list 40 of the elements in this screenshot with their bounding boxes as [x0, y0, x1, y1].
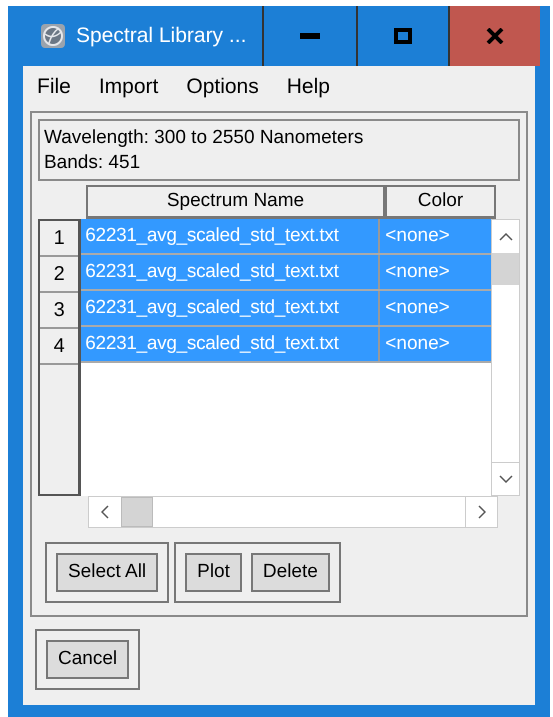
table-cell: 62231_avg_scaled_std_text.txt — [81, 255, 380, 289]
minimize-icon — [300, 33, 320, 39]
menu-item[interactable]: Import — [98, 71, 158, 103]
scroll-thumb[interactable] — [492, 253, 519, 285]
chevron-up-icon — [498, 232, 513, 240]
maximize-icon — [394, 28, 412, 44]
chevron-down-icon — [498, 475, 513, 483]
row-number[interactable]: 2 — [40, 257, 78, 293]
app-icon — [40, 23, 66, 49]
close-icon — [486, 28, 504, 44]
menu-item[interactable]: Help — [286, 71, 330, 103]
action-button[interactable]: Plot — [185, 553, 242, 592]
horizontal-scrollbar[interactable] — [88, 496, 498, 528]
scroll-thumb[interactable] — [121, 497, 153, 527]
action-button[interactable]: Select All — [56, 553, 158, 592]
info-text: Wavelength: 300 to 2550 Nanometers — [44, 126, 364, 150]
row-number[interactable]: 1 — [40, 221, 78, 257]
table-cell-text: <none> — [384, 332, 451, 356]
info-text: Bands: 451 — [44, 151, 142, 175]
column-header[interactable]: Color — [385, 185, 496, 219]
row-number[interactable]: 3 — [40, 293, 78, 329]
table-cell-text: <none> — [384, 296, 451, 320]
chevron-left-icon — [101, 505, 109, 519]
column-header[interactable]: Spectrum Name — [86, 185, 385, 219]
table-cell-text: <none> — [384, 260, 451, 284]
close-button[interactable] — [448, 6, 540, 66]
menu-item[interactable]: Options — [186, 71, 259, 103]
scroll-down-button[interactable] — [492, 462, 519, 495]
table-cell: 62231_avg_scaled_std_text.txt — [81, 291, 380, 325]
menu-item[interactable]: File — [37, 71, 71, 103]
chevron-right-icon — [478, 505, 486, 519]
table-cell: 62231_avg_scaled_std_text.txt — [81, 219, 380, 253]
action-button[interactable]: Delete — [250, 553, 330, 592]
table-cell-text: <none> — [384, 224, 451, 248]
table-cell: 62231_avg_scaled_std_text.txt — [81, 327, 380, 361]
scroll-up-button[interactable] — [492, 220, 519, 253]
cancel-button[interactable]: Cancel — [46, 640, 130, 679]
row-number[interactable]: 4 — [40, 329, 78, 365]
vertical-scrollbar[interactable] — [491, 219, 520, 496]
window-title: Spectral Library ... — [76, 23, 246, 50]
